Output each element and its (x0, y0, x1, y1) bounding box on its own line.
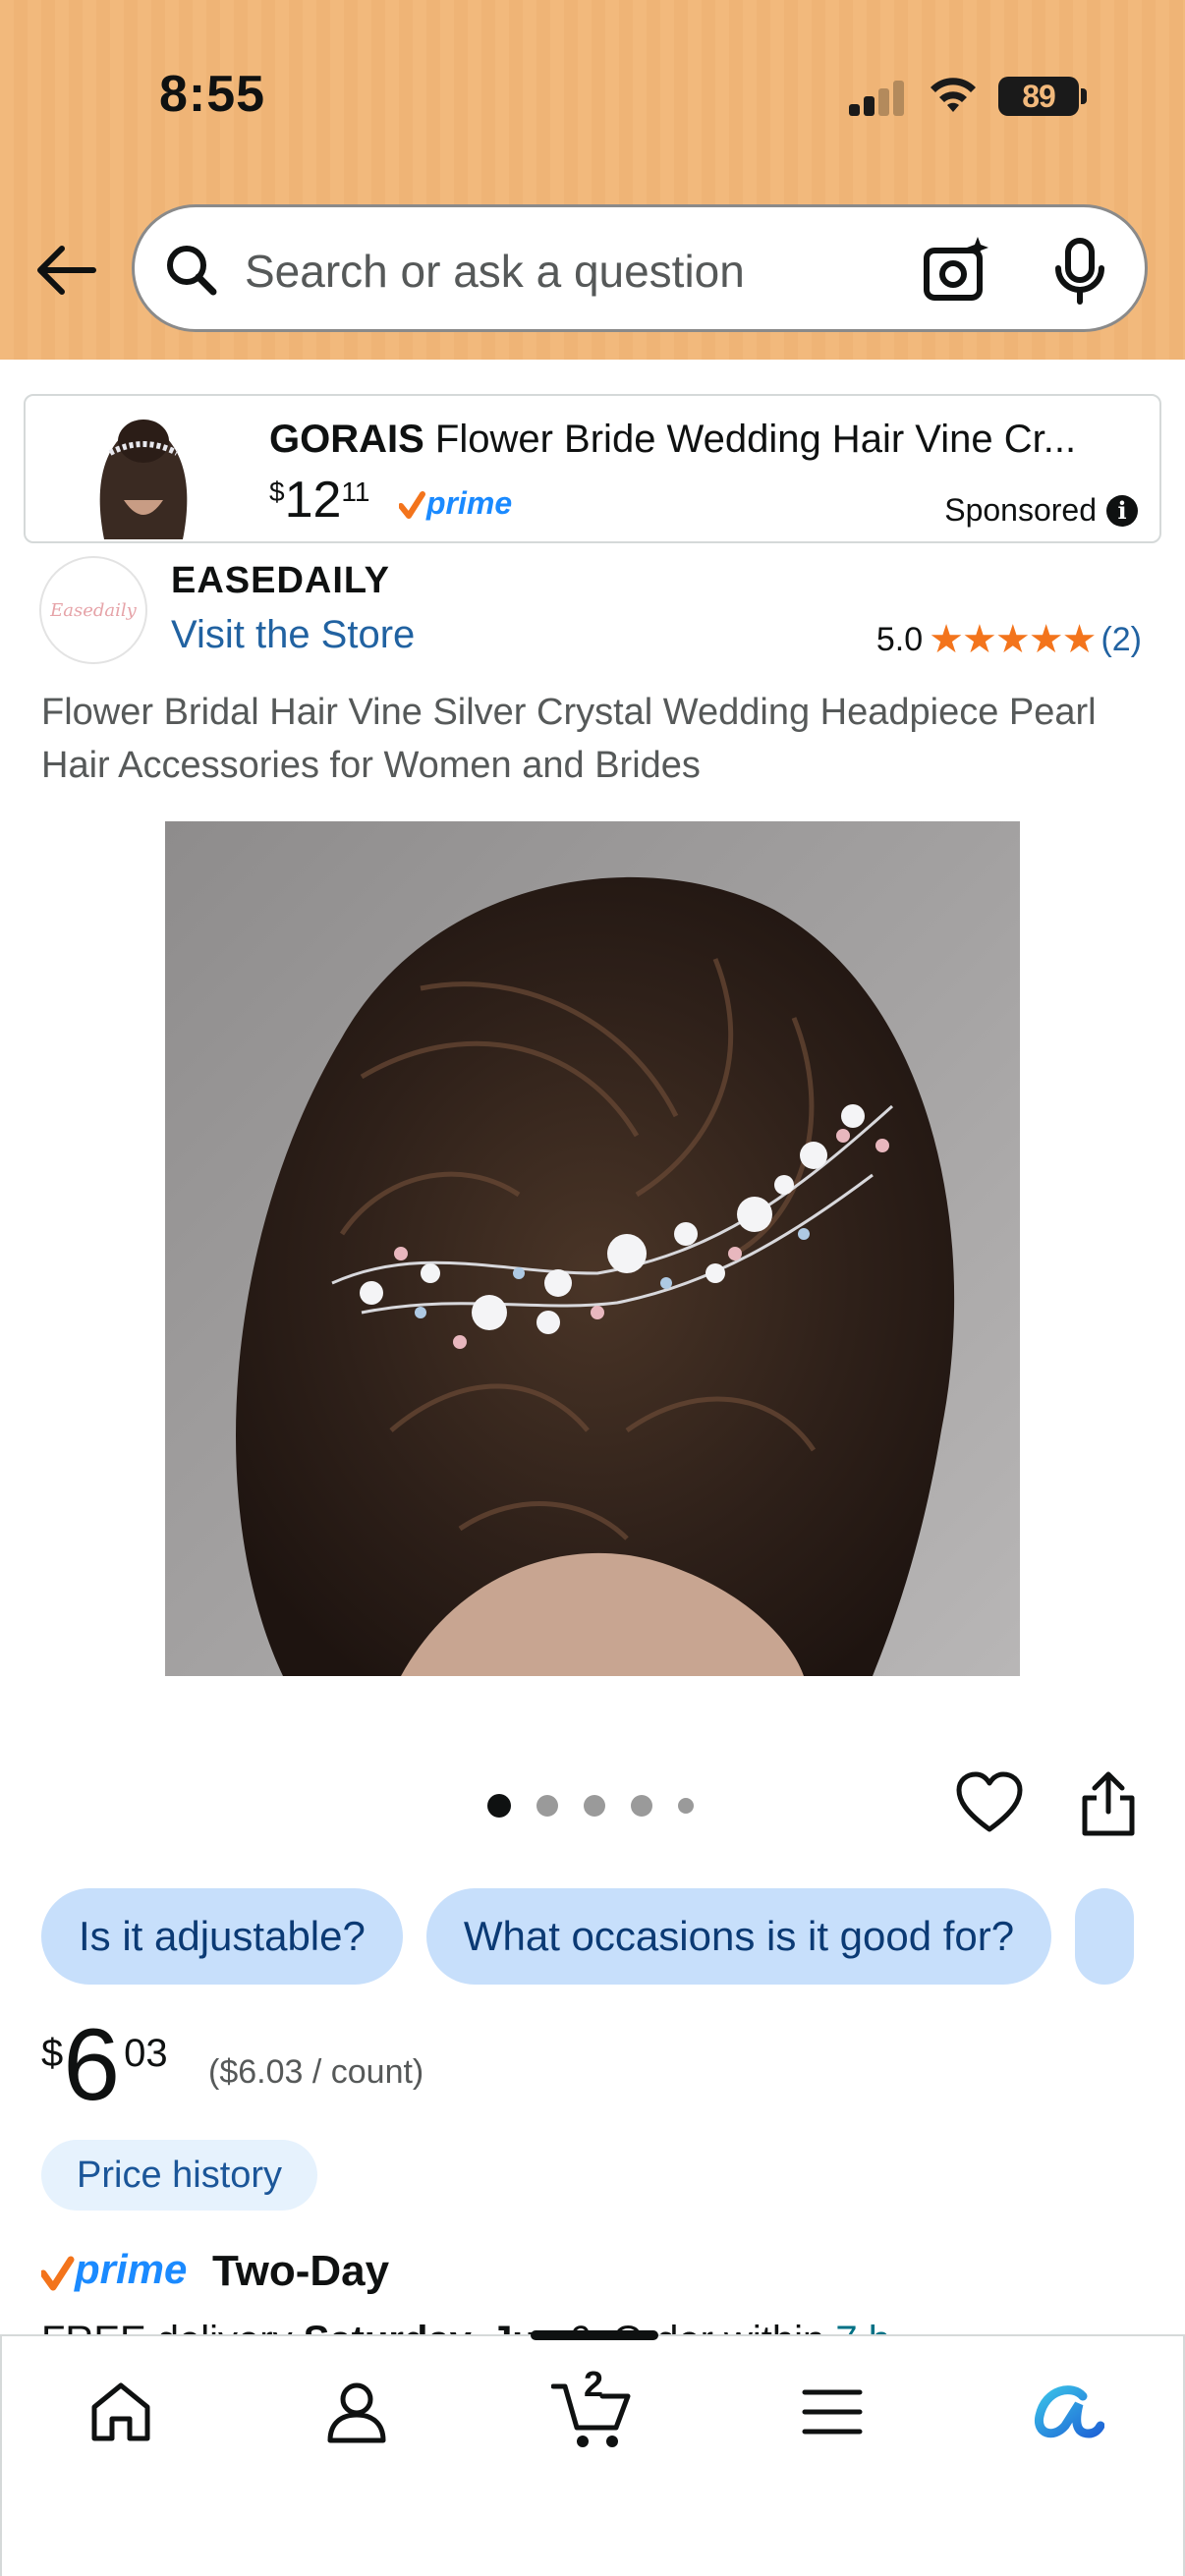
image-carousel-dots[interactable] (487, 1794, 694, 1818)
sponsored-label-text: Sponsored (944, 492, 1097, 528)
sponsored-title-text: Flower Bride Wedding Hair Vine Cr... (434, 418, 1077, 461)
active-tab-indicator (531, 2330, 658, 2340)
home-icon (91, 2382, 150, 2441)
share-icon[interactable] (1077, 1768, 1140, 1839)
svg-text:prime: prime (425, 486, 512, 521)
battery-indicator: 89 (998, 77, 1079, 116)
rating-value: 5.0 (875, 620, 924, 658)
back-button[interactable] (29, 236, 102, 305)
product-price: $ 6 03 (41, 2014, 168, 2116)
sponsored-product-image (75, 402, 212, 539)
nav-menu[interactable] (788, 2368, 876, 2456)
bottom-navigation: 2 (0, 2330, 1185, 2576)
prime-logo-icon: prime (399, 486, 512, 521)
price-fraction: 03 (124, 2032, 168, 2075)
price-currency: $ (41, 2032, 64, 2075)
prime-delivery-row: prime Two-Day (41, 2246, 389, 2297)
heart-icon[interactable] (955, 1768, 1024, 1837)
account-icon (327, 2382, 386, 2443)
wifi-icon (931, 78, 976, 112)
question-chip-partial[interactable] (1075, 1888, 1135, 1985)
back-arrow-icon (37, 246, 96, 295)
carousel-dot[interactable] (678, 1798, 694, 1814)
status-time: 8:55 (159, 66, 266, 123)
visit-store-link[interactable]: Visit the Store (171, 613, 415, 657)
question-chip[interactable]: What occasions is it good for? (425, 1888, 1052, 1985)
product-image[interactable] (165, 821, 1020, 1676)
store-logo[interactable]: Easedaily (39, 556, 147, 664)
sponsored-label[interactable]: Sponsored i (944, 492, 1138, 529)
cellular-signal-icon (849, 79, 906, 116)
carousel-dot[interactable] (631, 1795, 652, 1817)
nav-rufus[interactable] (1024, 2368, 1112, 2456)
star-rating-icon: ★★★★★ (929, 618, 1097, 661)
cart-count: 2 (584, 2364, 604, 2404)
sponsored-title: GORAIS Flower Bride Wedding Hair Vine Cr… (269, 418, 1154, 462)
price-whole: 6 (63, 2008, 121, 2122)
carousel-dot[interactable] (487, 1794, 511, 1818)
nav-cart[interactable]: 2 (548, 2364, 637, 2456)
nav-account[interactable] (312, 2368, 401, 2456)
brand-name: EASEDAILY (171, 560, 390, 601)
sponsored-price-whole: 12 (284, 472, 342, 529)
nav-home[interactable] (77, 2368, 165, 2456)
info-icon[interactable]: i (1106, 494, 1138, 527)
search-input[interactable]: Search or ask a question (245, 245, 745, 298)
sponsored-brand: GORAIS (269, 418, 424, 461)
carousel-dot[interactable] (584, 1795, 605, 1817)
sponsored-price: $1211 (269, 471, 370, 530)
prime-logo-icon: prime (41, 2246, 187, 2292)
app-header: 8:55 89 Search or ask a question (0, 0, 1185, 360)
hair-vine-photo (165, 821, 1020, 1676)
rating-count[interactable]: (2) (1100, 621, 1142, 659)
question-chip[interactable]: Is it adjustable? (41, 1888, 403, 1985)
carousel-dot[interactable] (536, 1795, 558, 1817)
search-icon (167, 246, 217, 296)
camera-search-icon[interactable] (921, 235, 991, 306)
search-bar[interactable]: Search or ask a question (132, 204, 1148, 332)
price-history-button[interactable]: Price history (41, 2140, 318, 2211)
sponsored-price-fraction: 11 (341, 476, 370, 507)
rufus-assistant-icon (1034, 2385, 1104, 2438)
battery-tip (1081, 88, 1087, 104)
microphone-icon[interactable] (1050, 237, 1109, 306)
rating-summary[interactable]: 5.0 ★★★★★ (2) (876, 617, 1142, 662)
prime-label: prime (74, 2246, 187, 2292)
unit-price: ($6.03 / count) (208, 2053, 424, 2091)
sponsored-product-banner[interactable]: GORAIS Flower Bride Wedding Hair Vine Cr… (24, 394, 1161, 543)
delivery-speed: Two-Day (212, 2247, 390, 2295)
menu-icon (802, 2389, 863, 2435)
sponsored-price-currency: $ (269, 476, 285, 507)
product-title: Flower Bridal Hair Vine Silver Crystal W… (41, 692, 1097, 786)
question-chips: Is it adjustable? What occasions is it g… (41, 1888, 1135, 1985)
